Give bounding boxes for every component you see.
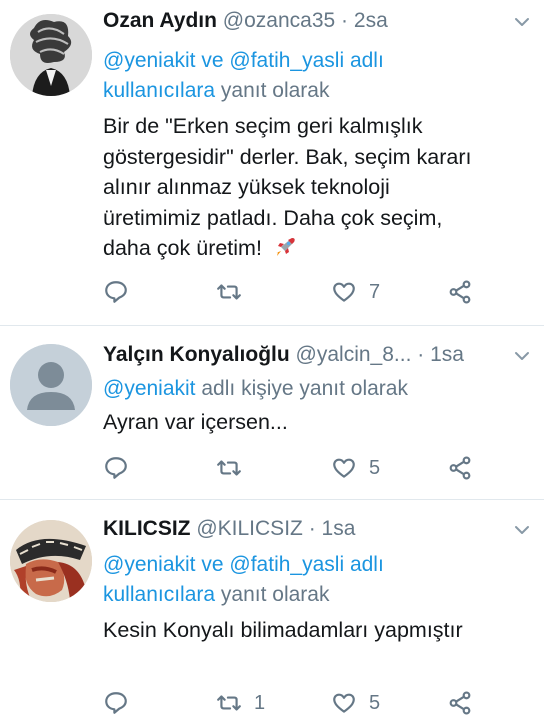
- text-line: göstergesidir" derler. Bak, seçim kararı: [103, 144, 472, 169]
- user-handle[interactable]: @yalcin_8...: [296, 343, 412, 366]
- share-icon: [449, 280, 471, 304]
- retweet-icon: [217, 460, 241, 476]
- like-count: 7: [369, 280, 381, 303]
- share-button[interactable]: [447, 453, 473, 483]
- action-bar: 5: [103, 453, 523, 483]
- timestamp[interactable]: 1sa: [322, 517, 356, 540]
- avatar-image: [10, 14, 92, 96]
- mention-link[interactable]: @yeniakit: [103, 553, 196, 576]
- display-name[interactable]: KILICSIZ: [103, 517, 191, 540]
- tweet-text: Kesin Konyalı bilimadamları yapmıştır: [103, 615, 524, 646]
- tweet-text: Ayran var içersen...: [103, 407, 524, 438]
- tweet-text: Bir de "Erken seçim geri kalmışlık göste…: [103, 111, 524, 264]
- share-button[interactable]: [447, 688, 473, 718]
- text-line: daha çok üretim!: [103, 233, 524, 264]
- like-count: 5: [369, 456, 381, 479]
- reply-suffix: kullanıcılara: [103, 79, 216, 102]
- reply-suffix: adlı: [349, 553, 384, 576]
- like-button[interactable]: 5: [331, 688, 380, 718]
- tweet-3[interactable]: KILICSIZ @KILICSIZ · 1sa @yeniakit ve @f…: [0, 500, 544, 720]
- mention-link[interactable]: @yeniakit: [103, 377, 196, 400]
- retweet-button[interactable]: 1: [216, 688, 265, 718]
- avatar[interactable]: [10, 344, 92, 426]
- reply-icon: [105, 692, 127, 714]
- chevron-down-icon[interactable]: [514, 14, 530, 30]
- mention-link[interactable]: @fatih_yasli: [229, 49, 344, 72]
- reply-button[interactable]: [103, 277, 129, 307]
- separator-dot: ·: [308, 517, 316, 540]
- like-count: 5: [369, 691, 381, 714]
- reply-suffix: adlı kişiye yanıt olarak: [201, 377, 408, 400]
- rocket-icon: [275, 238, 295, 256]
- text-line: alınır alınmaz yüksek teknoloji: [103, 175, 390, 199]
- like-button[interactable]: 7: [331, 277, 380, 307]
- share-icon: [449, 456, 471, 480]
- retweet-button[interactable]: [216, 277, 254, 307]
- chevron-down-icon[interactable]: [514, 522, 530, 538]
- chevron-down-icon[interactable]: [514, 348, 530, 364]
- text-line: Ayran var içersen...: [103, 410, 288, 434]
- text-line-last: daha çok üretim!: [103, 236, 262, 260]
- default-avatar-icon: [10, 344, 92, 426]
- display-name[interactable]: Ozan Aydın: [103, 9, 217, 32]
- user-handle[interactable]: @ozanca35: [223, 9, 335, 32]
- timestamp[interactable]: 1sa: [430, 343, 464, 366]
- reply-icon: [105, 281, 127, 303]
- tweet-header: Yalçın Konyalıoğlu @yalcin_8... · 1sa: [103, 342, 504, 368]
- like-button[interactable]: 5: [331, 453, 380, 483]
- avatar[interactable]: [10, 520, 92, 602]
- avatar-image: [10, 520, 92, 602]
- reply-context: @yeniakit ve @fatih_yasli adlı kullanıcı…: [103, 46, 524, 106]
- separator-dot: ·: [341, 9, 349, 32]
- display-name[interactable]: Yalçın Konyalıoğlu: [103, 343, 290, 366]
- action-bar: 1 5: [103, 688, 523, 718]
- timestamp[interactable]: 2sa: [354, 9, 388, 32]
- heart-icon: [333, 458, 355, 478]
- text-line: Kesin Konyalı bilimadamları yapmıştır: [103, 618, 463, 642]
- reply-suffix: kullanıcılara: [103, 583, 216, 606]
- retweet-count: 1: [254, 691, 266, 714]
- share-icon: [449, 691, 471, 715]
- reply-suffix: adlı: [349, 49, 384, 72]
- avatar[interactable]: [10, 14, 92, 96]
- reply-button[interactable]: [103, 688, 129, 718]
- action-bar: 7: [103, 277, 523, 307]
- share-button[interactable]: [447, 277, 473, 307]
- retweet-button[interactable]: [216, 453, 254, 483]
- text-line: üretimimiz patladı. Daha çok seçim,: [103, 205, 443, 230]
- tweet-1[interactable]: Ozan Aydın @ozanca35 · 2sa @yeniakit ve …: [0, 0, 544, 326]
- retweet-icon: [217, 284, 241, 300]
- retweet-icon: [217, 695, 241, 711]
- tweet-header: Ozan Aydın @ozanca35 · 2sa: [103, 8, 504, 34]
- reply-suffix: yanıt olarak: [220, 583, 330, 606]
- mention-link[interactable]: @yeniakit: [103, 49, 196, 72]
- reply-conjunction: ve: [201, 49, 224, 72]
- reply-context: @yeniakit ve @fatih_yasli adlı kullanıcı…: [103, 550, 524, 610]
- reply-suffix: yanıt olarak: [220, 79, 330, 102]
- reply-button[interactable]: [103, 453, 129, 483]
- heart-icon: [333, 693, 355, 713]
- user-handle[interactable]: @KILICSIZ: [196, 517, 303, 540]
- reply-context: @yeniakit adlı kişiye yanıt olarak: [103, 374, 524, 404]
- text-line: Bir de "Erken seçim geri kalmışlık: [103, 114, 423, 138]
- tweet-header: KILICSIZ @KILICSIZ · 1sa: [103, 516, 504, 542]
- reply-conjunction: ve: [201, 553, 224, 576]
- mention-link[interactable]: @fatih_yasli: [229, 553, 344, 576]
- separator-dot: ·: [417, 343, 425, 366]
- heart-icon: [333, 282, 355, 302]
- reply-icon: [105, 457, 127, 479]
- tweet-2[interactable]: Yalçın Konyalıoğlu @yalcin_8... · 1sa @y…: [0, 326, 544, 500]
